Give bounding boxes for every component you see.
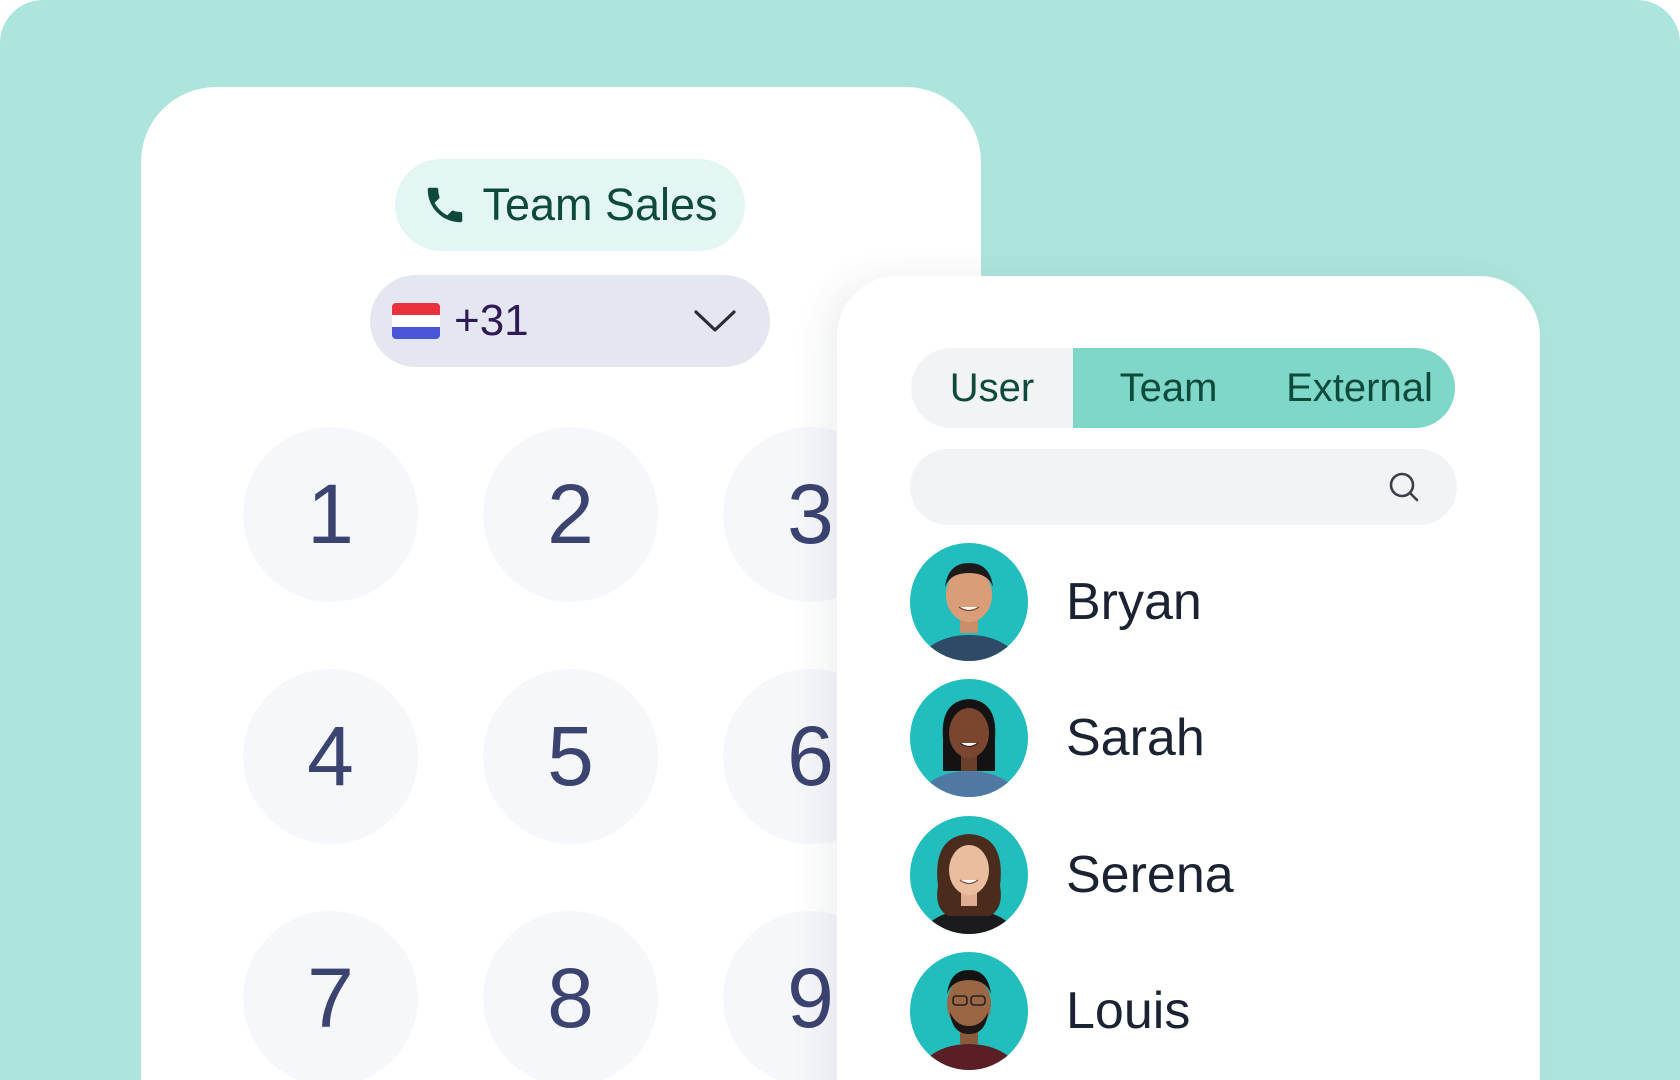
key-7[interactable]: 7 <box>243 911 418 1080</box>
key-2[interactable]: 2 <box>483 427 658 602</box>
contact-item[interactable]: Sarah <box>910 679 1205 797</box>
avatar-photo-sarah <box>919 699 1019 797</box>
tab-team[interactable]: Team <box>1073 348 1264 428</box>
avatar <box>910 952 1028 1070</box>
tab-external[interactable]: External <box>1264 348 1455 428</box>
chevron-down-icon <box>694 310 736 332</box>
avatar <box>910 679 1028 797</box>
avatar-photo-serena <box>921 834 1017 934</box>
directory-tabs: User Team External <box>911 348 1455 428</box>
contact-item[interactable]: Louis <box>910 952 1190 1070</box>
caller-id-button[interactable]: Team Sales <box>395 159 745 251</box>
active-tab-group: Team External <box>1073 348 1455 428</box>
key-4[interactable]: 4 <box>243 669 418 844</box>
avatar-photo-louis <box>919 970 1019 1070</box>
contact-name: Sarah <box>1066 709 1205 767</box>
avatar <box>910 816 1028 934</box>
key-1[interactable]: 1 <box>243 427 418 602</box>
key-8[interactable]: 8 <box>483 911 658 1080</box>
contact-name: Serena <box>1066 846 1234 904</box>
tab-user[interactable]: User <box>911 348 1073 428</box>
country-code-value: +31 <box>454 296 529 345</box>
netherlands-flag-icon <box>392 303 440 339</box>
search-icon[interactable] <box>1387 470 1421 504</box>
avatar <box>910 543 1028 661</box>
phone-icon <box>428 187 463 223</box>
contact-name: Louis <box>1066 982 1191 1040</box>
key-5[interactable]: 5 <box>483 669 658 844</box>
contact-item[interactable]: Serena <box>910 816 1234 934</box>
app-canvas: Team Sales +31 1 2 3 4 5 6 7 8 9 User Te… <box>0 0 1680 1080</box>
contact-name: Bryan <box>1066 573 1202 631</box>
avatar-photo-bryan <box>921 563 1017 661</box>
directory-panel: User Team External Bryan Sarah Serena Lo… <box>837 276 1540 1080</box>
contact-item[interactable]: Bryan <box>910 543 1202 661</box>
country-code-select[interactable]: +31 <box>370 275 770 367</box>
caller-id-label: Team Sales <box>482 179 718 230</box>
search-input[interactable] <box>910 449 1457 525</box>
